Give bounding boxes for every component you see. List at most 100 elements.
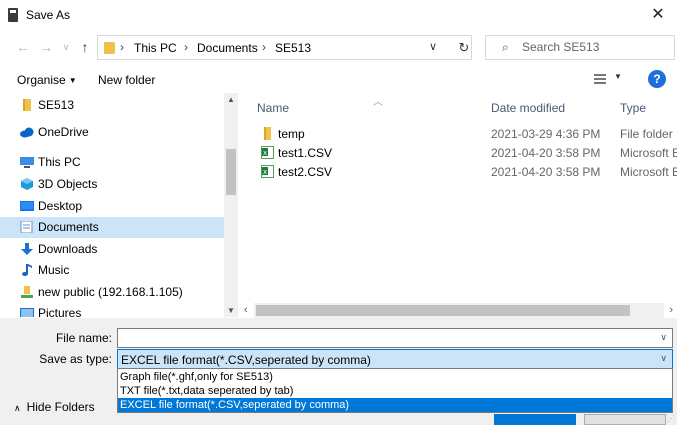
sidebar-item-desktop[interactable]: Desktop: [0, 196, 224, 217]
scroll-right-icon[interactable]: ›: [669, 304, 673, 316]
sidebar-item-label: Downloads: [38, 242, 98, 256]
download-arrow-icon: [21, 243, 33, 255]
scroll-up-icon[interactable]: ▲: [227, 95, 235, 104]
column-header-name[interactable]: Name: [257, 101, 289, 115]
sidebar-item-3d-objects[interactable]: 3D Objects: [0, 174, 224, 195]
breadcrumb-documents[interactable]: Documents: [197, 41, 258, 55]
organise-button[interactable]: Organise ▼: [17, 73, 77, 87]
file-type: Microsoft Ex: [620, 146, 677, 160]
save-button[interactable]: [494, 414, 576, 425]
save-form: File name: ∨ Save as type: EXCEL file fo…: [0, 318, 677, 425]
cloud-icon: [20, 127, 34, 138]
file-name: test2.CSV: [278, 165, 333, 179]
sidebar-item-pictures[interactable]: Pictures: [0, 303, 224, 317]
hide-folders-label: Hide Folders: [26, 400, 95, 414]
cube-icon: [21, 178, 33, 190]
save-as-type-label: Save as type:: [39, 352, 112, 366]
search-box[interactable]: ⌕: [485, 35, 675, 60]
type-option-txt[interactable]: TXT file(*.txt,data seperated by tab): [118, 384, 672, 398]
hide-folders-button[interactable]: ∧ Hide Folders: [14, 400, 95, 414]
file-list: Name Date modified Type temp 2021-03-29 …: [240, 93, 677, 317]
excel-csv-icon: x: [261, 146, 274, 159]
breadcrumb-separator-icon: ›: [262, 40, 266, 54]
save-as-type-value: EXCEL file format(*.CSV,seperated by com…: [121, 353, 371, 367]
chevron-down-icon[interactable]: ∨: [660, 332, 667, 343]
chevron-up-icon: ∧: [14, 403, 21, 413]
scroll-left-icon[interactable]: ‹: [244, 304, 248, 316]
sidebar-item-onedrive[interactable]: OneDrive: [0, 122, 224, 143]
scrollbar-thumb[interactable]: [226, 149, 236, 195]
window-title: Save As: [26, 8, 71, 22]
address-dropdown-chevron-icon[interactable]: ∨: [429, 40, 437, 53]
forward-arrow-icon[interactable]: →: [38, 38, 54, 56]
scrollbar-thumb[interactable]: [256, 305, 630, 316]
file-date: 2021-04-20 3:58 PM: [491, 165, 601, 179]
type-option-graph[interactable]: Graph file(*.ghf,only for SE513): [118, 370, 672, 384]
scroll-down-icon[interactable]: ▼: [227, 306, 235, 315]
search-icon: ⌕: [502, 40, 509, 54]
sort-ascending-icon: ︿: [373, 97, 383, 108]
resize-grip-icon[interactable]: ⋰: [667, 414, 675, 423]
breadcrumb-separator-icon: ›: [184, 40, 188, 54]
svg-text:x: x: [263, 149, 267, 157]
folder-icon: [104, 42, 115, 54]
file-list-horizontal-scrollbar[interactable]: ‹ ›: [240, 303, 677, 318]
file-type: Microsoft Ex: [620, 165, 677, 179]
sidebar-item-label: Pictures: [38, 306, 82, 317]
sidebar-item-label: new public (192.168.1.105): [38, 285, 183, 299]
sidebar-item-documents[interactable]: Documents: [0, 217, 224, 238]
file-row-test2[interactable]: x test2.CSV 2021-04-20 3:58 PM Microsoft…: [240, 163, 677, 181]
navigation-pane: SE513 OneDrive This PC 3D Objects Deskto…: [0, 93, 238, 317]
column-header-type[interactable]: Type: [620, 101, 646, 115]
address-bar[interactable]: › This PC › Documents › SE513 ∨: [97, 35, 472, 60]
recent-locations-chevron-icon[interactable]: ∨: [58, 38, 74, 56]
app-icon: [8, 8, 18, 22]
excel-csv-icon: x: [261, 165, 274, 178]
view-caret-down-icon[interactable]: ▼: [614, 72, 622, 81]
file-name-field[interactable]: ∨: [117, 328, 673, 348]
sidebar-item-label: OneDrive: [38, 125, 89, 139]
search-input[interactable]: [522, 40, 662, 54]
navigation-pane-scrollbar[interactable]: ▲ ▼: [224, 93, 238, 317]
svg-text:x: x: [263, 168, 267, 176]
sidebar-item-label: 3D Objects: [38, 177, 98, 191]
title-bar: Save As ✕: [0, 0, 677, 32]
sidebar-item-this-pc[interactable]: This PC: [0, 152, 224, 173]
folder-icon: [264, 127, 271, 140]
sidebar-item-label: Documents: [38, 220, 99, 234]
sidebar-item-music[interactable]: Music: [0, 260, 224, 281]
sidebar-item-label: This PC: [38, 155, 81, 169]
save-as-type-dropdown: Graph file(*.ghf,only for SE513) TXT fil…: [117, 368, 673, 413]
up-arrow-icon[interactable]: ↑: [77, 38, 93, 56]
sidebar-item-label: SE513: [38, 98, 75, 112]
desktop-icon: [20, 201, 34, 211]
file-row-test1[interactable]: x test1.CSV 2021-04-20 3:58 PM Microsoft…: [240, 144, 677, 162]
back-arrow-icon[interactable]: ←: [15, 38, 31, 56]
breadcrumb-this-pc[interactable]: This PC: [134, 41, 177, 55]
sidebar-item-se513[interactable]: SE513: [0, 95, 224, 116]
chevron-down-icon[interactable]: ∨: [660, 353, 667, 364]
new-folder-button[interactable]: New folder: [98, 73, 155, 87]
column-header-date-modified[interactable]: Date modified: [491, 101, 565, 115]
sidebar-item-downloads[interactable]: Downloads: [0, 239, 224, 260]
sidebar-item-new-public[interactable]: new public (192.168.1.105): [0, 282, 224, 303]
file-row-temp[interactable]: temp 2021-03-29 4:36 PM File folder: [240, 125, 677, 143]
help-icon[interactable]: ?: [648, 70, 666, 88]
file-type: File folder: [620, 127, 673, 141]
sidebar-item-label: Music: [38, 263, 70, 277]
organise-label: Organise: [17, 73, 66, 87]
network-drive-icon: [21, 286, 33, 298]
breadcrumb-separator-icon: ›: [120, 40, 124, 54]
refresh-icon[interactable]: ↻: [456, 35, 472, 60]
navigation-bar: ← → ∨ ↑ › This PC › Documents › SE513 ∨ …: [0, 32, 677, 62]
file-date: 2021-03-29 4:36 PM: [491, 127, 601, 141]
breadcrumb-se513[interactable]: SE513: [275, 41, 311, 55]
document-icon: [20, 221, 33, 233]
close-button[interactable]: ✕: [647, 4, 669, 26]
caret-down-icon: ▼: [68, 76, 77, 85]
type-option-excel[interactable]: EXCEL file format(*.CSV,seperated by com…: [118, 398, 672, 412]
cancel-button[interactable]: [584, 414, 666, 425]
save-as-type-select[interactable]: EXCEL file format(*.CSV,seperated by com…: [117, 349, 673, 369]
folder-icon: [23, 99, 31, 111]
view-options-icon[interactable]: [594, 73, 606, 85]
